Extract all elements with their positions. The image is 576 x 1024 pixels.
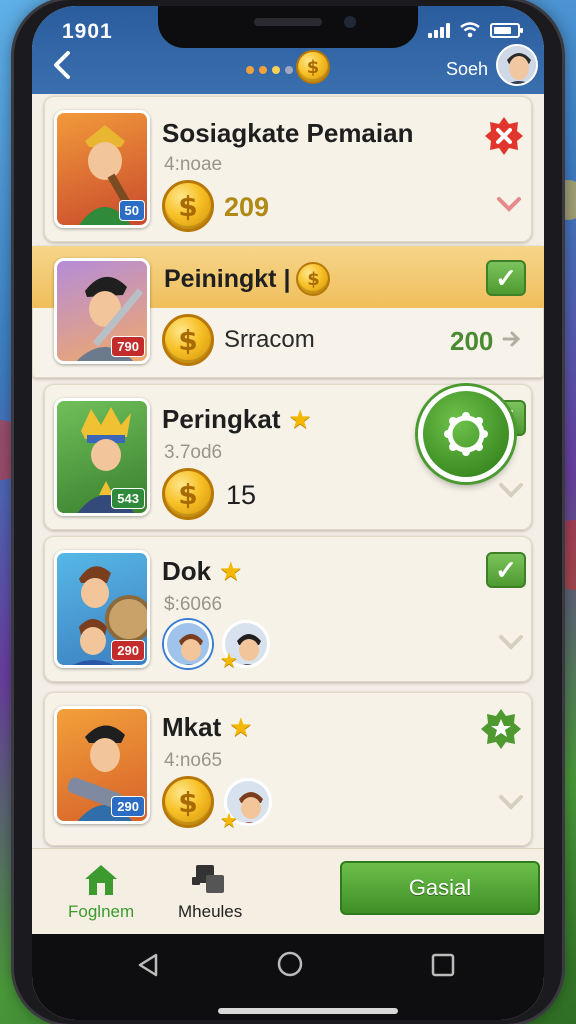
- star-icon: ★: [220, 650, 238, 672]
- chevron-left-icon: [54, 51, 70, 79]
- home-icon: [85, 865, 118, 895]
- level-badge: 290: [111, 640, 145, 661]
- coin-amount: 209: [224, 192, 270, 222]
- coin-amount: 200: [450, 326, 494, 356]
- phone-frame: 1901 $ Soeh 50 Sosiagkate Pemaian 4:noae…: [14, 0, 562, 1024]
- player-avatar[interactable]: [164, 620, 212, 668]
- green-star-badge-icon[interactable]: [480, 708, 522, 755]
- level-badge: 290: [111, 796, 145, 817]
- back-nav-icon[interactable]: [136, 952, 160, 978]
- username: Soeh: [446, 59, 489, 79]
- hero-portrait: 290: [54, 706, 150, 824]
- card-title: Dok: [162, 556, 212, 586]
- hero-portrait: 790: [54, 258, 150, 364]
- arrow-right-icon[interactable]: [500, 328, 522, 355]
- nav-modules-label: Mheules: [178, 902, 243, 921]
- list-item[interactable]: 290 Mkat ★ 4:no65 $ ★: [44, 692, 532, 846]
- heart-icon: [496, 194, 522, 220]
- nav-modules[interactable]: Mheules: [178, 863, 242, 922]
- coin-icon: $: [296, 262, 331, 296]
- nav-home[interactable]: Foglnem: [68, 863, 134, 922]
- chevron-down-icon[interactable]: [498, 632, 524, 658]
- gasial-button[interactable]: Gasial: [340, 861, 540, 915]
- star-icon: ★: [220, 810, 238, 832]
- home-indicator[interactable]: [218, 1008, 398, 1014]
- card-label: Srracom: [224, 326, 315, 353]
- coin-icon: $: [162, 314, 214, 366]
- hero-portrait: 50: [54, 110, 150, 228]
- nav-home-label: Foglnem: [68, 902, 135, 921]
- camera-notch: [158, 6, 418, 48]
- card-title: Sosiagkate Pemaian: [162, 118, 414, 148]
- green-check-icon[interactable]: ✓: [486, 260, 526, 296]
- star-icon: ★: [219, 556, 243, 586]
- profile-avatar[interactable]: [496, 44, 538, 86]
- battery-icon: [490, 22, 523, 38]
- card-title: Peringkat: [162, 404, 281, 434]
- card-subtitle: 4:no65: [164, 750, 223, 771]
- level-badge: 50: [118, 200, 145, 221]
- page-dots: [246, 66, 293, 74]
- red-close-badge-icon[interactable]: [484, 116, 524, 161]
- list-item-highlighted[interactable]: 790 Peiningkt | $ $ Srracom 200 ✓: [32, 246, 544, 378]
- star-icon: ★: [288, 404, 312, 434]
- home-nav-icon[interactable]: [276, 950, 304, 978]
- chevron-down-icon[interactable]: [498, 792, 524, 818]
- wifi-icon: [460, 22, 480, 38]
- app-header: 1901 $ Soeh: [32, 6, 544, 94]
- app-screen: 1901 $ Soeh 50 Sosiagkate Pemaian 4:noae…: [32, 6, 544, 1020]
- coin-icon: $: [162, 468, 214, 520]
- back-button[interactable]: [50, 50, 74, 86]
- coin-icon: $: [296, 50, 330, 84]
- list-item[interactable]: 50 Sosiagkate Pemaian 4:noae $ 209: [44, 96, 532, 242]
- recents-nav-icon[interactable]: [430, 952, 456, 978]
- coin-icon: $: [162, 776, 214, 828]
- green-round-action-icon[interactable]: [418, 386, 514, 482]
- bottom-nav: Foglnem Mheules Gasial: [32, 848, 544, 934]
- coin-icon: $: [162, 180, 214, 232]
- system-nav-bar: [32, 934, 544, 1020]
- modules-icon: [192, 865, 225, 893]
- card-subtitle: 4:noae: [164, 154, 223, 175]
- coin-amount: 15: [226, 480, 257, 510]
- hero-portrait: 290: [54, 550, 150, 668]
- star-icon: ★: [229, 712, 253, 742]
- list-item[interactable]: 290 Dok ★ $:6066 ★ ✓: [44, 536, 532, 682]
- level-badge: 543: [111, 488, 145, 509]
- status-time: 1901: [62, 20, 113, 43]
- hero-portrait: 543: [54, 398, 150, 516]
- card-title: Mkat: [162, 712, 222, 742]
- green-check-icon[interactable]: ✓: [486, 552, 526, 588]
- card-title: Peiningkt |: [164, 264, 291, 293]
- level-badge: 790: [111, 336, 145, 357]
- card-subtitle: $:6066: [164, 594, 223, 615]
- chevron-down-icon[interactable]: [498, 480, 524, 506]
- signal-icon: [428, 22, 450, 38]
- status-icons: [428, 22, 523, 38]
- card-subtitle: 3.7od6: [164, 442, 223, 463]
